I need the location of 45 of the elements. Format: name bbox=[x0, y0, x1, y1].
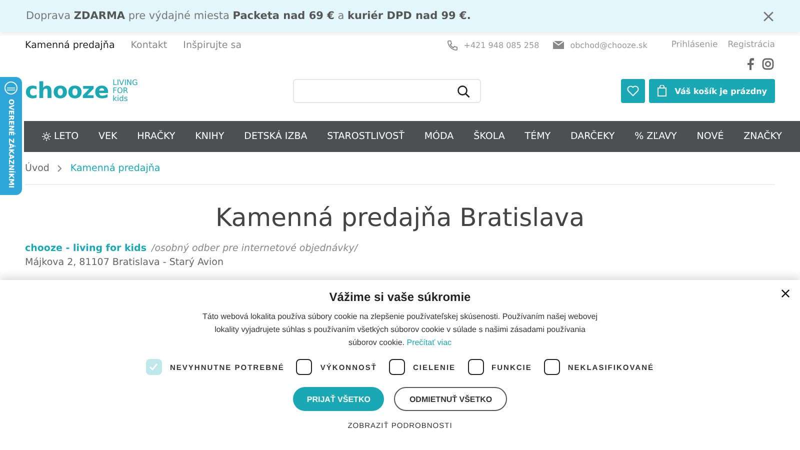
close-icon[interactable] bbox=[781, 289, 790, 298]
nav-item[interactable]: ZNAČKY bbox=[744, 131, 782, 142]
facebook-icon[interactable] bbox=[747, 58, 754, 70]
nav-item[interactable]: % ZĽAVY bbox=[634, 131, 677, 142]
checkbox[interactable] bbox=[468, 359, 484, 375]
store-address: Májkova 2, 81107 Bratislava - Starý Avion bbox=[25, 256, 225, 270]
email-address: obchod@chooze.sk bbox=[570, 40, 648, 50]
page-title: Kamenná predajňa Bratislava bbox=[214, 203, 586, 232]
instagram-icon[interactable] bbox=[762, 58, 774, 70]
chevron-icon bbox=[57, 164, 62, 172]
search-icon[interactable] bbox=[457, 84, 470, 98]
nav-item[interactable]: TÉMY bbox=[524, 131, 551, 142]
wishlist-button[interactable] bbox=[620, 79, 645, 103]
sun-icon bbox=[42, 132, 51, 141]
nav-item[interactable]: NOVÉ bbox=[696, 131, 724, 142]
check-icon bbox=[149, 363, 158, 371]
phone-icon bbox=[446, 40, 458, 50]
top-link[interactable]: Inšpirujte sa bbox=[183, 40, 242, 50]
dialog-title: Vážime si vaše súkromie bbox=[329, 290, 471, 304]
bag-icon bbox=[656, 85, 667, 97]
mail-icon bbox=[553, 41, 564, 49]
nav-item[interactable]: ŠKOLA bbox=[474, 131, 505, 142]
search-field[interactable] bbox=[293, 79, 481, 103]
nav-item[interactable]: DARČEKY bbox=[570, 131, 615, 142]
phone-number: +421 948 085 258 bbox=[464, 40, 540, 50]
reject-button[interactable]: ODMIETNUŤ VŠETKO bbox=[394, 387, 508, 411]
store-note: /osobný odber pre internetové objednávky/ bbox=[152, 243, 358, 254]
top-link[interactable]: Kontakt bbox=[130, 40, 168, 50]
badge-icon bbox=[4, 81, 18, 95]
checkbox[interactable] bbox=[544, 359, 560, 375]
nav-item[interactable]: STAROSTLIVOSŤ bbox=[327, 131, 404, 142]
heart-icon bbox=[626, 85, 639, 97]
nav-item[interactable]: VEK bbox=[98, 131, 118, 142]
nav-item[interactable]: LETO bbox=[42, 131, 79, 142]
store-name: chooze - living for kids bbox=[25, 243, 146, 254]
checkbox[interactable] bbox=[296, 359, 312, 375]
nav-item[interactable]: HRAČKY bbox=[137, 131, 176, 142]
checkbox[interactable] bbox=[388, 359, 405, 375]
nav-item[interactable]: MÓDA bbox=[424, 131, 454, 142]
promo-text: Doprava ZDARMA pre výdajné miesta Packeta nad 69 € a kuriér DPD nad 99 €. bbox=[26, 10, 471, 22]
nav-item[interactable]: KNIHY bbox=[195, 131, 224, 142]
nav-item[interactable]: DETSKÁ IZBA bbox=[244, 131, 308, 142]
top-link[interactable]: Kamenná predajňa bbox=[25, 40, 115, 50]
breadcrumb-link[interactable]: Úvod bbox=[25, 162, 50, 174]
dialog-text: Táto webová lokalita používa súbory cookie na zlepšenie používateľskej skúsenosti. Používaním našej webovej lokality vyjadrujete súhlas s používaním všetkých súborov cookie v súlade s našimi zásadami používania súborov cookie. Prečítať viac bbox=[202, 311, 598, 349]
